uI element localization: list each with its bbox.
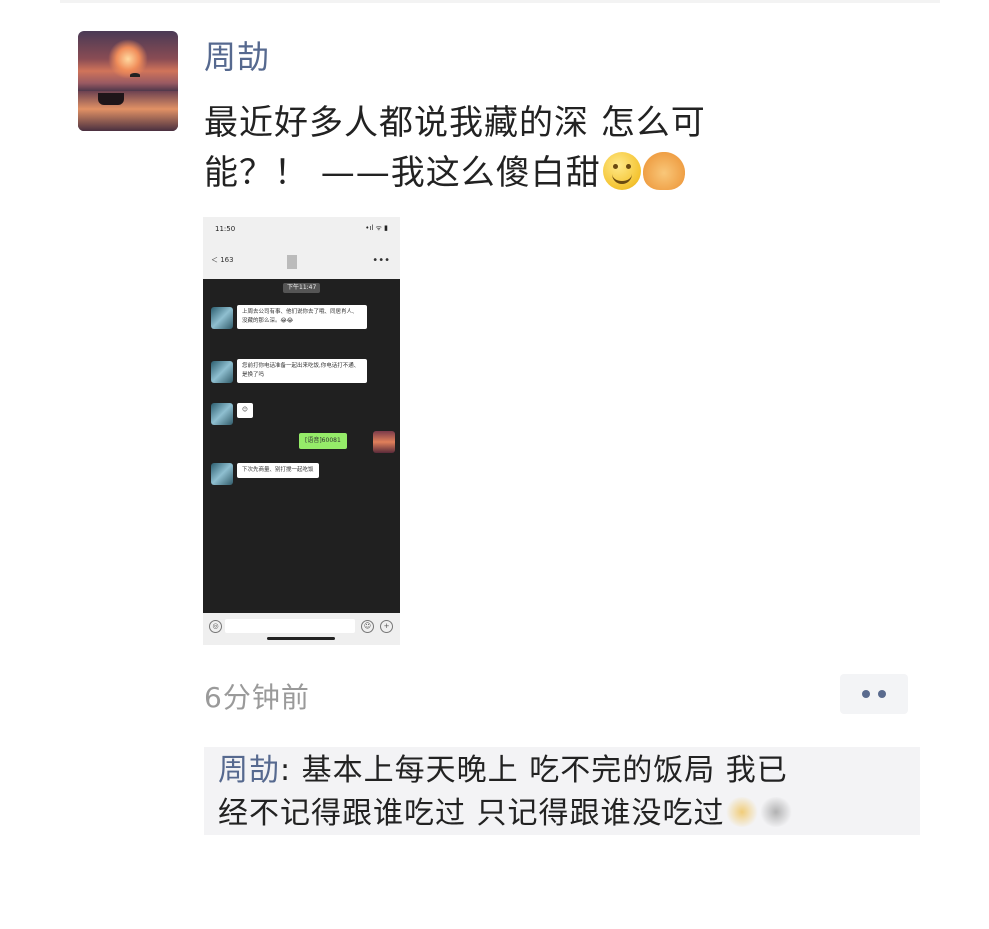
more-actions-button[interactable] [840,674,908,714]
screenshot-avatar [211,463,233,485]
screenshot-chat-area: 下午11:47 上周去公司有事、他们说你去了哦、同居肖人、没藏的那么深。😂😂 您… [203,279,400,613]
screenshot-time-badge: 下午11:47 [283,283,321,293]
blurred-emoji-icon [758,797,793,827]
comment-text-2: 经不记得跟谁吃过 只记得跟谁没吃过 [218,796,725,831]
post-image-chat-screenshot[interactable]: 11:50 •ıl ᯤ ▮ ＜ 163 ••• 下午11:47 上周去公司有事、… [203,217,400,645]
comments-section: 周劼: 基本上每天晚上 吃不完的饭局 我已 经不记得跟谁吃过 只记得跟谁没吃过 [204,747,920,835]
comment-author[interactable]: 周劼 [218,753,280,788]
smile-emoji-icon [602,152,641,190]
screenshot-avatar [211,307,233,329]
screenshot-my-avatar [373,431,395,453]
screenshot-bubble-1: 上周去公司有事、他们说你去了哦、同居肖人、没藏的那么深。😂😂 [237,305,367,329]
post-username[interactable]: 周劼 [204,32,270,78]
post-text-line-2-text: 能？！ ——我这么傻白甜 [204,153,601,193]
screenshot-contact-name-redacted [287,255,297,269]
screenshot-more-icon: ••• [372,255,390,266]
post-text-line-1: 最近好多人都说我藏的深 怎么可 [204,103,706,143]
screenshot-bubble-4: 下次先商量、别打搅一起吃饭 [237,463,319,478]
avatar-water [78,91,178,131]
screenshot-bubble-me: [语音]60081 [299,433,347,449]
comment-text-1: 基本上每天晚上 吃不完的饭局 我已 [301,753,788,788]
comment-item[interactable]: 周劼: 基本上每天晚上 吃不完的饭局 我已 经不记得跟谁吃过 只记得跟谁没吃过 [218,749,908,835]
comment-line-1: 周劼: 基本上每天晚上 吃不完的饭局 我已 [218,749,908,792]
screenshot-home-indicator [267,637,335,640]
avatar-sun [108,39,148,79]
avatar-bird [130,73,140,77]
screenshot-bubble-2: 您前打你电话准备一起出来吃饭,你电话打不通、是换了吗 [237,359,367,383]
screenshot-avatar [211,361,233,383]
handshake-emoji-icon [642,152,685,190]
screenshot-bubble-3: 😊 [237,403,253,418]
more-dot-icon [878,690,886,698]
screenshot-avatar [211,403,233,425]
screenshot-text-input [225,619,355,633]
screenshot-plus-icon: + [380,620,393,633]
post-timestamp: 6分钟前 [204,681,310,714]
blurred-emoji-icon [724,797,759,827]
post-text: 最近好多人都说我藏的深 怎么可 能？！ ——我这么傻白甜 [204,98,844,198]
more-dot-icon [862,690,870,698]
post-text-line-2: 能？！ ——我这么傻白甜 [204,148,844,198]
top-divider [60,0,940,3]
screenshot-status-time: 11:50 [215,225,236,233]
screenshot-back-icon: ＜ 163 [211,256,234,264]
comment-line-2: 经不记得跟谁吃过 只记得跟谁没吃过 [218,792,908,835]
screenshot-input-bar: ◎ ☺ + [203,613,400,645]
screenshot-nav-bar: ＜ 163 ••• [203,245,400,280]
avatar-boat [98,93,124,105]
screenshot-status-bar: 11:50 •ıl ᯤ ▮ [203,217,400,245]
avatar[interactable] [78,31,178,131]
screenshot-emoji-icon: ☺ [361,620,374,633]
screenshot-voice-icon: ◎ [209,620,222,633]
comment-separator: : [280,753,302,788]
screenshot-signal-icon: •ıl ᯤ ▮ [365,224,388,232]
